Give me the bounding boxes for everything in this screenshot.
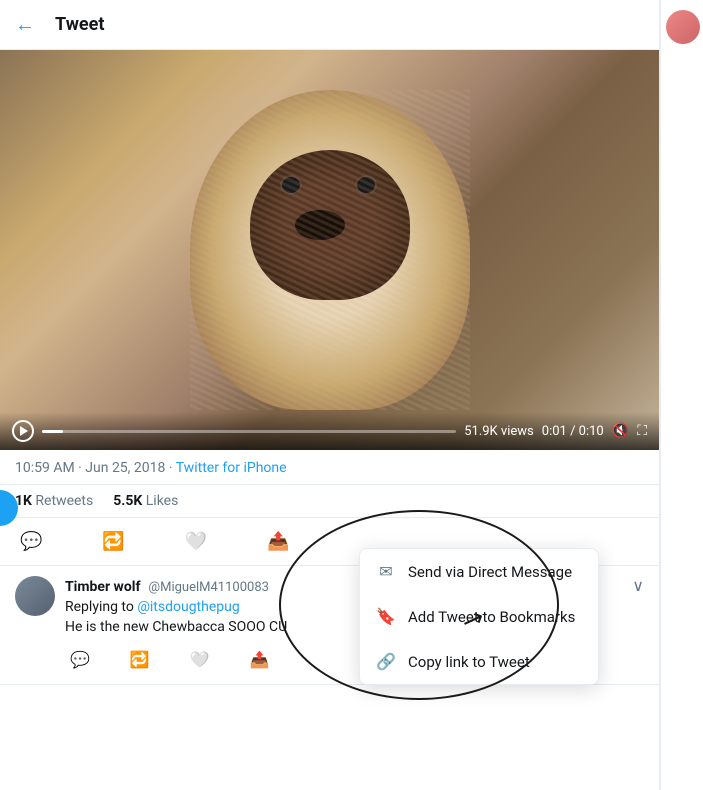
stats-row: 1K Retweets 5.5K Likes xyxy=(0,484,659,518)
avatar xyxy=(15,576,55,616)
pug-image xyxy=(190,90,470,410)
video-controls: 51.9K views 0:01 / 0:10 🔇 ⛶ xyxy=(0,412,659,450)
right-sidebar xyxy=(660,0,703,790)
video-container: 51.9K views 0:01 / 0:10 🔇 ⛶ xyxy=(0,50,659,450)
reply-icon[interactable]: 💬 xyxy=(15,526,47,557)
view-count: 51.9K views xyxy=(464,424,534,439)
commenter-handle: @MiguelM41100083 xyxy=(148,580,269,595)
action-bar: 💬 🔁 🤍 📤 ✉ Send via Direct Message 🔖 Add … xyxy=(0,518,659,566)
time-info: 0:01 / 0:10 xyxy=(542,424,604,439)
tweet-timestamp: 10:59 AM · Jun 25, 2018 · xyxy=(15,460,176,476)
tweet-meta: 10:59 AM · Jun 25, 2018 · Twitter for iP… xyxy=(0,450,659,484)
play-icon xyxy=(20,426,28,436)
copy-link-item[interactable]: 🔗 Copy link to Tweet xyxy=(360,639,598,684)
tweet-source-link[interactable]: Twitter for iPhone xyxy=(176,460,287,476)
comment-reply-icon[interactable]: 💬 xyxy=(65,645,95,674)
dm-icon: ✉ xyxy=(376,562,396,581)
commenter-info: Timber wolf @MiguelM41100083 xyxy=(65,576,269,595)
commenter-name: Timber wolf xyxy=(65,579,140,595)
fullscreen-icon[interactable]: ⛶ xyxy=(637,423,647,439)
bookmark-item[interactable]: 🔖 Add Tweet to Bookmarks xyxy=(360,594,598,639)
comment-like-icon[interactable]: 🤍 xyxy=(185,645,215,674)
mute-icon[interactable]: 🔇 xyxy=(612,423,629,439)
like-icon[interactable]: 🤍 xyxy=(180,526,212,557)
retweet-icon[interactable]: 🔁 xyxy=(97,526,129,557)
video-thumbnail xyxy=(0,50,659,450)
dropdown-menu: ✉ Send via Direct Message 🔖 Add Tweet to… xyxy=(359,548,599,685)
sidebar-avatar xyxy=(666,10,700,44)
back-button[interactable]: ← xyxy=(15,12,35,37)
page-title: Tweet xyxy=(55,14,104,35)
play-button[interactable] xyxy=(12,420,34,442)
send-dm-item[interactable]: ✉ Send via Direct Message xyxy=(360,549,598,594)
progress-bar[interactable] xyxy=(42,430,456,433)
expand-icon[interactable]: ∨ xyxy=(632,576,644,595)
bookmark-icon: 🔖 xyxy=(376,607,396,626)
avatar-image xyxy=(15,576,55,616)
comment-share-icon[interactable]: 📤 xyxy=(245,645,275,674)
likes-count: 5.5K Likes xyxy=(113,493,178,509)
comment-retweet-icon[interactable]: 🔁 xyxy=(125,645,155,674)
tweet-header: ← Tweet xyxy=(0,0,659,50)
progress-fill xyxy=(42,430,63,433)
link-icon: 🔗 xyxy=(376,652,396,671)
retweet-count: 1K Retweets xyxy=(15,493,93,509)
share-icon[interactable]: 📤 xyxy=(262,526,294,557)
mention-link[interactable]: @itsdougthepug xyxy=(137,599,239,615)
